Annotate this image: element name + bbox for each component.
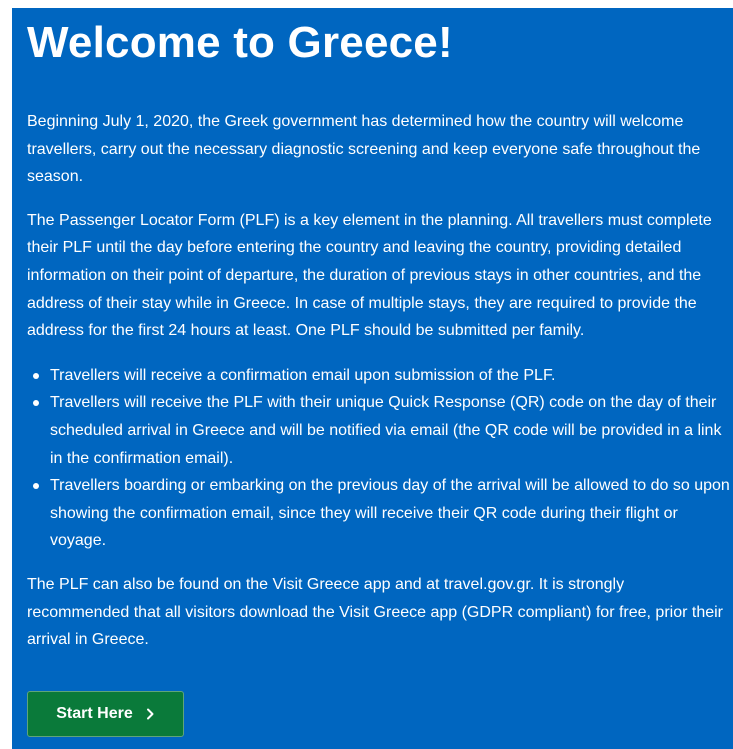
page-title: Welcome to Greece!: [27, 18, 453, 67]
bullet-icon: [33, 483, 39, 490]
list-item-text: Travellers will receive a confirmation e…: [50, 366, 556, 384]
start-here-label: Start Here: [56, 705, 133, 722]
chevron-right-icon: [146, 708, 154, 720]
plf-paragraph: The Passenger Locator Form (PLF) is a ke…: [27, 211, 712, 340]
start-here-button[interactable]: Start Here: [27, 691, 184, 737]
list-item: Travellers will receive a confirmation e…: [27, 362, 733, 390]
list-item-text: Travellers will receive the PLF with the…: [50, 394, 722, 467]
bullet-icon: [33, 400, 39, 407]
bullet-icon: [33, 372, 39, 379]
info-bullet-list: Travellers will receive a confirmation e…: [27, 362, 733, 555]
intro-paragraph: Beginning July 1, 2020, the Greek govern…: [27, 113, 701, 186]
welcome-panel: Welcome to Greece! Beginning July 1, 202…: [12, 8, 733, 749]
list-item: Travellers boarding or embarking on the …: [27, 472, 733, 555]
list-item-text: Travellers boarding or embarking on the …: [50, 477, 730, 550]
app-paragraph: The PLF can also be found on the Visit G…: [27, 575, 724, 649]
list-item: Travellers will receive the PLF with the…: [27, 389, 733, 472]
